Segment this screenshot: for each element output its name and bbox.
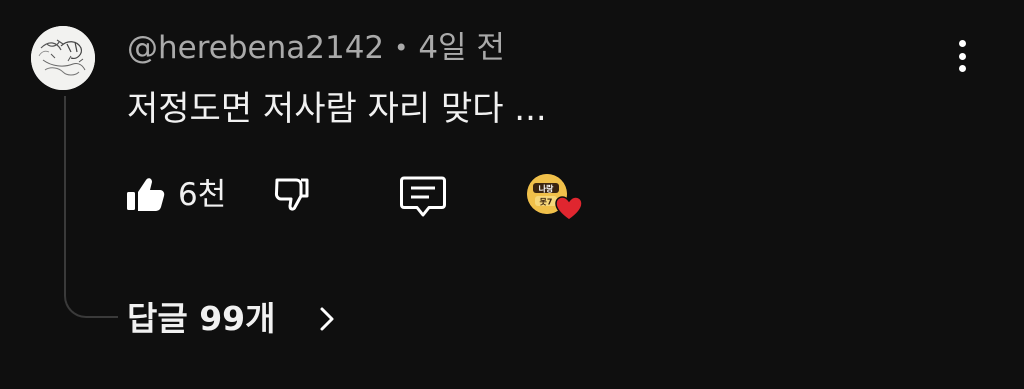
view-replies-button[interactable]: 답글 99개 [127,294,276,344]
svg-text:못7: 못7 [540,198,553,207]
like-count: 6천 [178,177,227,213]
comment-thread: @herebena2142 • 4일 전 저정도면 저사람 자리 맞다 ... 6천 [0,0,1024,389]
comment-time[interactable]: 4일 전 [418,30,505,66]
creator-heart-badge: 나랑 못7 [527,174,587,224]
more-dot-icon [958,40,966,47]
more-dot-icon [958,52,966,60]
dislike-button[interactable] [268,170,316,218]
comment-bubble-icon [400,176,446,217]
like-button[interactable] [122,170,170,218]
reply-button[interactable] [396,172,450,220]
comment-meta: @herebena2142 • 4일 전 [127,26,505,70]
comment-text: 저정도면 저사람 자리 맞다 ... [127,89,547,129]
svg-text:나랑: 나랑 [539,184,554,194]
meta-separator: • [394,34,409,62]
user-avatar[interactable] [31,26,95,90]
avatar-sketch-icon [31,26,95,90]
comment-username[interactable]: @herebena2142 [127,30,384,66]
more-dot-icon [958,65,966,72]
comment-actions: 6천 나랑 못7 [0,168,1024,224]
heart-icon [555,196,583,221]
more-options-button[interactable] [946,36,978,76]
chevron-right-icon[interactable] [316,305,338,333]
thumbs-up-filled-icon [127,178,165,211]
thumbs-down-icon [274,178,309,211]
